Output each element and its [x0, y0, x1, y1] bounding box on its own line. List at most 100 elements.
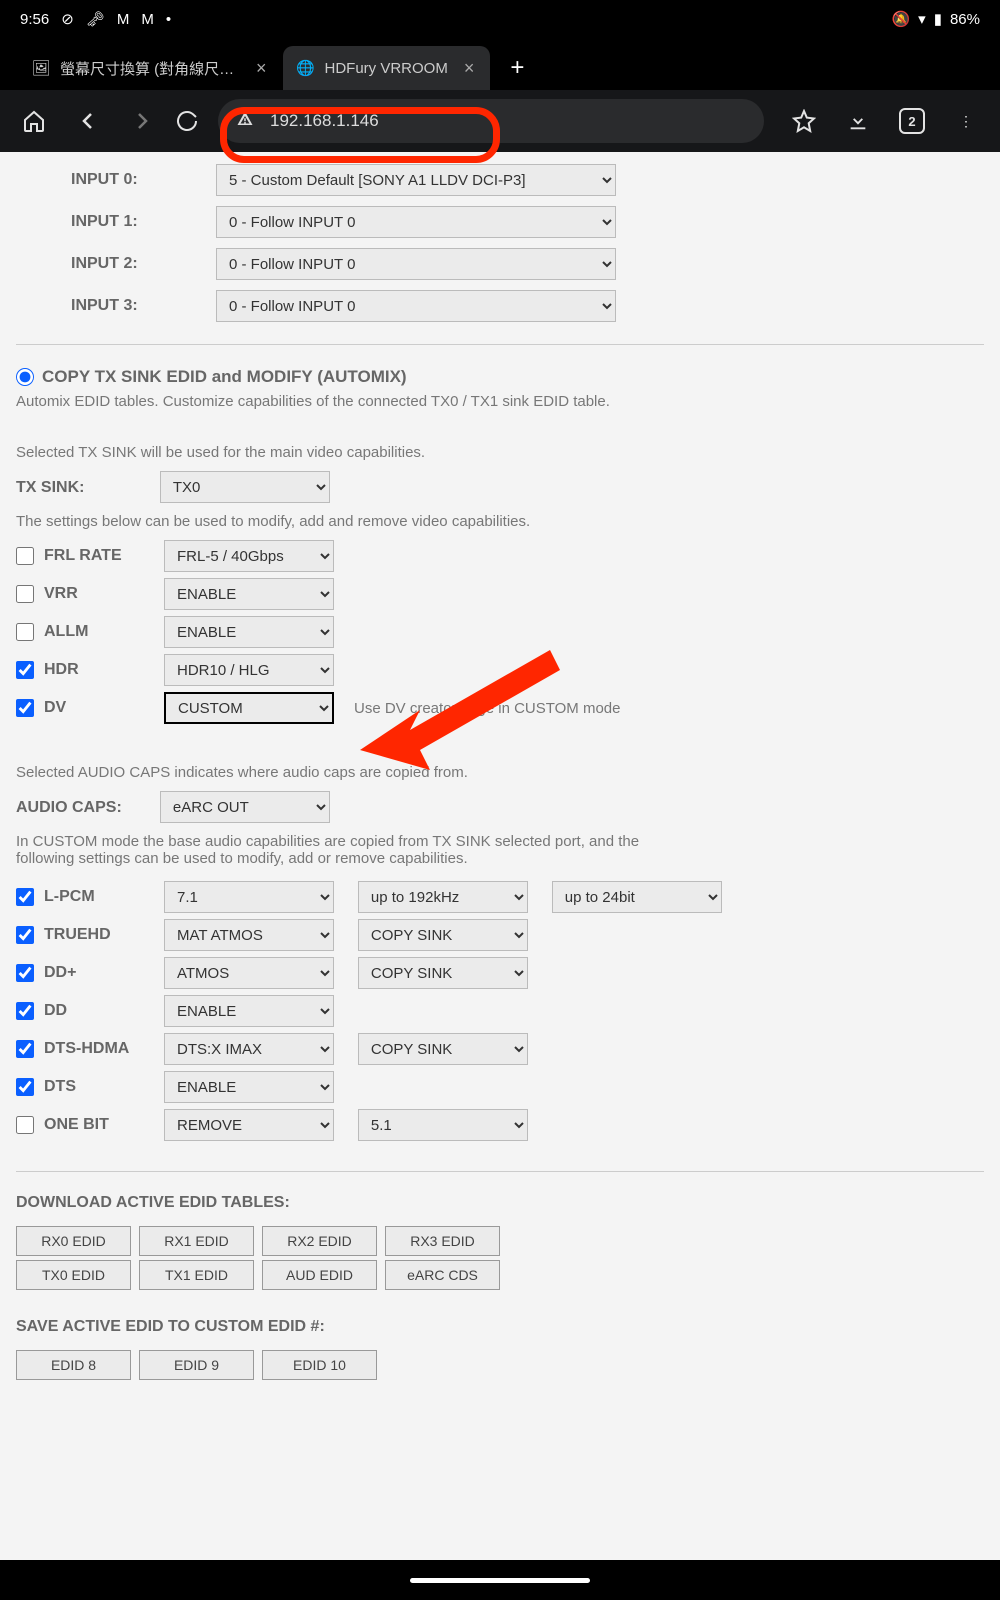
mail-icon-2: M — [141, 11, 154, 28]
input3-label: INPUT 3: — [16, 297, 216, 315]
automix-radio-row[interactable]: COPY TX SINK EDID and MODIFY (AUTOMIX) — [16, 367, 984, 387]
lpcm-check[interactable] — [16, 888, 34, 906]
hdr-select[interactable]: HDR10 / HLG — [164, 654, 334, 686]
truehd-sel2[interactable]: COPY SINK — [358, 919, 528, 951]
audio-caps-select[interactable]: eARC OUT — [160, 791, 330, 823]
frl-check[interactable] — [16, 547, 34, 565]
dv-select[interactable]: CUSTOM — [164, 692, 334, 724]
aud-edid-button[interactable]: AUD EDID — [262, 1260, 377, 1290]
dts-sel1[interactable]: ENABLE — [164, 1071, 334, 1103]
dd-label: DD — [44, 1002, 154, 1020]
truehd-label: TRUEHD — [44, 926, 154, 944]
home-button[interactable] — [10, 97, 58, 145]
dd-sel1[interactable]: ENABLE — [164, 995, 334, 1027]
tab-0[interactable]: 🖼 螢幕尺寸換算 (對角線尺寸‧ × — [18, 46, 283, 90]
onebit-sel2[interactable]: 5.1 — [358, 1109, 528, 1141]
bookmark-button[interactable] — [780, 97, 828, 145]
dv-check[interactable] — [16, 699, 34, 717]
lpcm-label: L-PCM — [44, 888, 154, 906]
vrr-check[interactable] — [16, 585, 34, 603]
download-title: DOWNLOAD ACTIVE EDID TABLES: — [16, 1194, 290, 1212]
rx0-edid-button[interactable]: RX0 EDID — [16, 1226, 131, 1256]
close-icon[interactable]: × — [458, 58, 481, 79]
keyhole-icon: 🗝 — [86, 10, 105, 28]
tab-0-title: 螢幕尺寸換算 (對角線尺寸‧ — [60, 58, 240, 79]
lpcm-sel1[interactable]: 7.1 — [164, 881, 334, 913]
globe-icon: 🌐 — [297, 59, 315, 77]
vrr-select[interactable]: ENABLE — [164, 578, 334, 610]
frl-label: FRL RATE — [44, 547, 154, 565]
input1-label: INPUT 1: — [16, 213, 216, 231]
input0-label: INPUT 0: — [16, 171, 216, 189]
sink-note: Selected TX SINK will be used for the ma… — [16, 444, 984, 461]
clock: 9:56 — [20, 11, 49, 28]
onebit-check[interactable] — [16, 1116, 34, 1134]
truehd-check[interactable] — [16, 926, 34, 944]
ddp-sel1[interactable]: ATMOS — [164, 957, 334, 989]
audio-note2: In CUSTOM mode the base audio capabiliti… — [16, 833, 656, 867]
rx3-edid-button[interactable]: RX3 EDID — [385, 1226, 500, 1256]
battery-icon: ▮ — [934, 10, 942, 28]
tx-sink-label: TX SINK: — [16, 479, 156, 497]
truehd-sel1[interactable]: MAT ATMOS — [164, 919, 334, 951]
vrr-label: VRR — [44, 585, 154, 603]
menu-button[interactable]: ⋮ — [942, 97, 990, 145]
automix-title: COPY TX SINK EDID and MODIFY (AUTOMIX) — [42, 367, 407, 387]
lpcm-sel2[interactable]: up to 192kHz — [358, 881, 528, 913]
allm-check[interactable] — [16, 623, 34, 641]
nav-handle[interactable] — [410, 1578, 590, 1583]
tab-strip: 🖼 螢幕尺寸換算 (對角線尺寸‧ × 🌐 HDFury VRROOM × + — [0, 38, 1000, 90]
check-icon: ⊘ — [61, 10, 74, 28]
lpcm-sel3[interactable]: up to 24bit — [552, 881, 722, 913]
ddp-check[interactable] — [16, 964, 34, 982]
mail-icon: M — [117, 11, 130, 28]
back-button[interactable] — [64, 97, 112, 145]
dts-check[interactable] — [16, 1078, 34, 1096]
edid8-button[interactable]: EDID 8 — [16, 1350, 131, 1380]
favicon-icon: 🖼 — [32, 59, 50, 77]
tabs-button[interactable]: 2 — [888, 97, 936, 145]
ddp-sel2[interactable]: COPY SINK — [358, 957, 528, 989]
more-notif-icon: • — [166, 11, 171, 28]
forward-button[interactable] — [118, 97, 166, 145]
wifi-icon: ▾ — [918, 10, 926, 28]
status-bar: 9:56 ⊘ 🗝 M M • 🔕 ▾ ▮ 86% — [0, 0, 1000, 38]
input2-select[interactable]: 0 - Follow INPUT 0 — [216, 248, 616, 280]
edid10-button[interactable]: EDID 10 — [262, 1350, 377, 1380]
input1-select[interactable]: 0 - Follow INPUT 0 — [216, 206, 616, 238]
allm-select[interactable]: ENABLE — [164, 616, 334, 648]
input3-select[interactable]: 0 - Follow INPUT 0 — [216, 290, 616, 322]
mod-note: The settings below can be used to modify… — [16, 513, 984, 530]
edid9-button[interactable]: EDID 9 — [139, 1350, 254, 1380]
dtshdma-check[interactable] — [16, 1040, 34, 1058]
earc-cds-button[interactable]: eARC CDS — [385, 1260, 500, 1290]
dtshdma-sel1[interactable]: DTS:X IMAX — [164, 1033, 334, 1065]
tx-sink-select[interactable]: TX0 — [160, 471, 330, 503]
frl-select[interactable]: FRL-5 / 40Gbps — [164, 540, 334, 572]
rx2-edid-button[interactable]: RX2 EDID — [262, 1226, 377, 1256]
onebit-sel1[interactable]: REMOVE — [164, 1109, 334, 1141]
download-button[interactable] — [834, 97, 882, 145]
annotation-highlight — [220, 107, 500, 163]
android-nav-bar — [0, 1560, 1000, 1600]
ddp-label: DD+ — [44, 964, 154, 982]
dtshdma-sel2[interactable]: COPY SINK — [358, 1033, 528, 1065]
new-tab-button[interactable]: + — [490, 46, 544, 90]
close-icon[interactable]: × — [250, 58, 273, 79]
dts-label: DTS — [44, 1078, 154, 1096]
audio-caps-label: AUDIO CAPS: — [16, 799, 156, 817]
dv-label: DV — [44, 699, 154, 717]
audio-note1: Selected AUDIO CAPS indicates where audi… — [16, 764, 984, 781]
tab-1[interactable]: 🌐 HDFury VRROOM × — [283, 46, 491, 90]
dd-check[interactable] — [16, 1002, 34, 1020]
rx1-edid-button[interactable]: RX1 EDID — [139, 1226, 254, 1256]
input0-select[interactable]: 5 - Custom Default [SONY A1 LLDV DCI-P3] — [216, 164, 616, 196]
onebit-label: ONE BIT — [44, 1116, 154, 1134]
tx1-edid-button[interactable]: TX1 EDID — [139, 1260, 254, 1290]
input2-label: INPUT 2: — [16, 255, 216, 273]
automix-radio[interactable] — [16, 368, 34, 386]
hdr-check[interactable] — [16, 661, 34, 679]
tx0-edid-button[interactable]: TX0 EDID — [16, 1260, 131, 1290]
refresh-button[interactable] — [172, 97, 202, 145]
dv-hint: Use DV creator page in CUSTOM mode — [354, 700, 621, 717]
